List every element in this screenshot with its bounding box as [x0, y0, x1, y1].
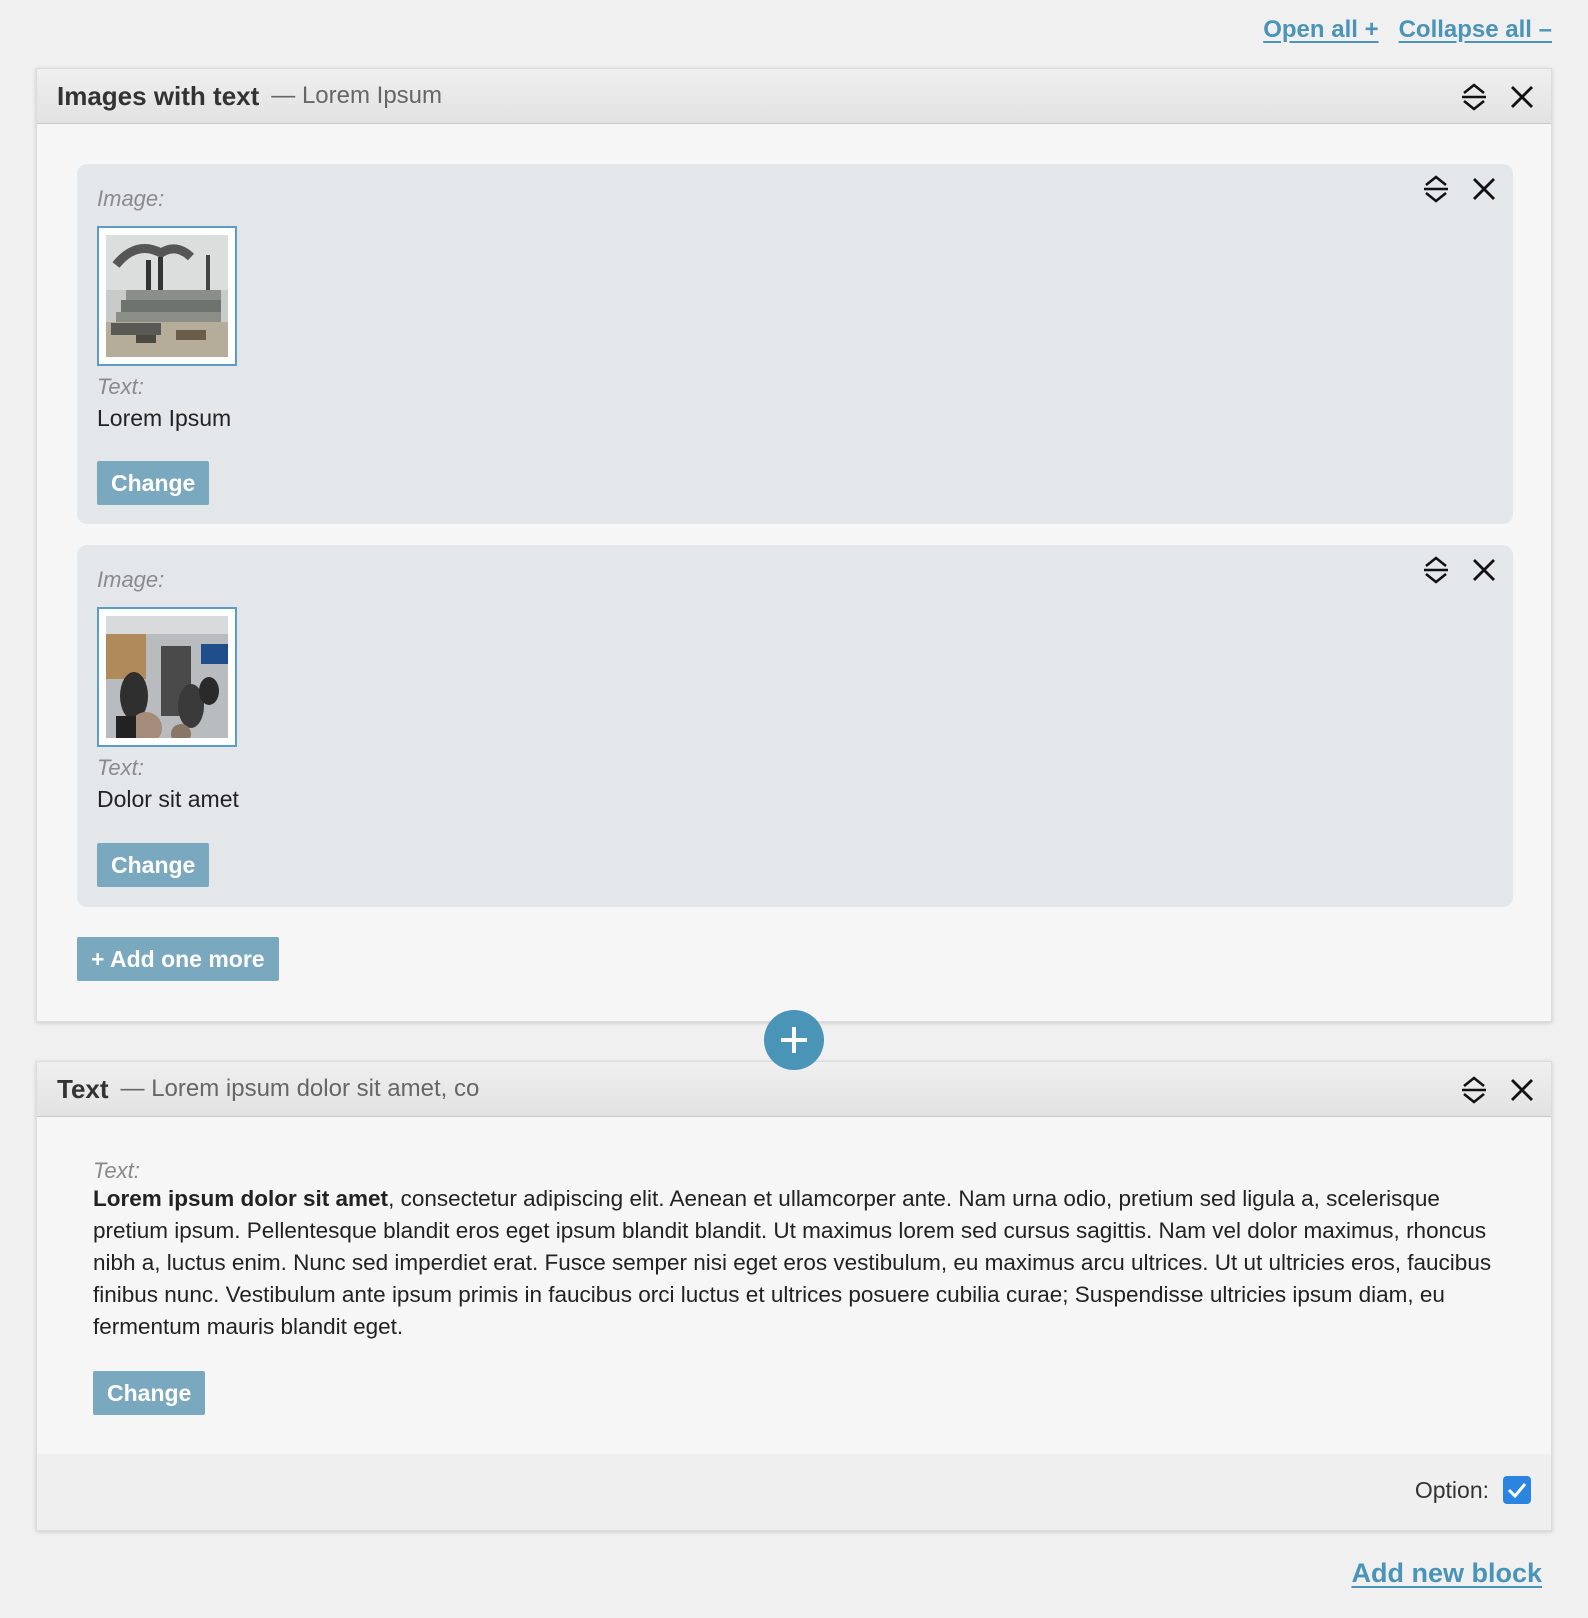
add-new-block-link[interactable]: Add new block — [1351, 1558, 1542, 1589]
insert-block-button[interactable] — [764, 1010, 824, 1070]
option-label: Option: — [1414, 1476, 1489, 1503]
image-label: Image: — [97, 186, 165, 211]
block-footer: Option: — [37, 1454, 1551, 1530]
block-title: Images with text — [57, 80, 260, 111]
change-button[interactable]: Change — [93, 1371, 206, 1415]
block-title: Text — [57, 1073, 109, 1104]
image-thumbnail[interactable] — [97, 607, 237, 747]
collapse-arrows-icon[interactable] — [1421, 555, 1451, 585]
block-header: Text — Lorem ipsum dolor sit amet, co — [37, 1062, 1551, 1117]
image-label: Image: — [97, 567, 165, 592]
meeting-photo — [106, 616, 228, 738]
text-content: Lorem ipsum dolor sit amet, consectetur … — [93, 1183, 1493, 1343]
text-label: Text: — [97, 374, 144, 399]
plus-icon — [781, 1027, 807, 1053]
item-actions — [1421, 555, 1499, 585]
image-text-item: Image: Text: Dolor sit amet Change — [77, 545, 1513, 907]
text-label: Text: — [97, 755, 144, 780]
block-actions — [1459, 69, 1537, 124]
close-icon[interactable] — [1469, 174, 1499, 204]
collapse-arrows-icon[interactable] — [1459, 1075, 1489, 1105]
text-label: Text: — [93, 1158, 140, 1183]
add-one-more-button[interactable]: + Add one more — [77, 937, 279, 981]
close-icon[interactable] — [1469, 555, 1499, 585]
close-icon[interactable] — [1507, 1075, 1537, 1105]
collapse-all-link[interactable]: Collapse all – — [1399, 16, 1552, 44]
images-with-text-block: Images with text — Lorem Ipsum Image: Te… — [36, 68, 1552, 1022]
change-button[interactable]: Change — [97, 461, 210, 505]
block-actions — [1459, 1062, 1537, 1117]
image-text-item: Image: Text: Lorem Ipsum Change — [77, 164, 1513, 524]
text-block: Text — Lorem ipsum dolor sit amet, co Te… — [36, 1061, 1552, 1531]
collapse-arrows-icon[interactable] — [1421, 174, 1451, 204]
change-button[interactable]: Change — [97, 843, 210, 887]
block-subtitle: — Lorem ipsum dolor sit amet, co — [120, 1075, 480, 1102]
image-thumbnail[interactable] — [97, 226, 237, 366]
open-all-link[interactable]: Open all + — [1263, 16, 1378, 44]
option-control: Option: — [1415, 1476, 1531, 1504]
block-subtitle: — Lorem Ipsum — [271, 82, 442, 109]
collapse-arrows-icon[interactable] — [1459, 82, 1489, 112]
item-actions — [1421, 174, 1499, 204]
option-checkbox[interactable] — [1503, 1476, 1531, 1504]
checkmark-icon — [1507, 1483, 1527, 1498]
text-value: Lorem Ipsum — [97, 405, 232, 431]
close-icon[interactable] — [1507, 82, 1537, 112]
text-bold-lead: Lorem ipsum dolor sit amet — [93, 1186, 389, 1211]
text-value: Dolor sit amet — [97, 786, 239, 812]
top-links: Open all + Collapse all – — [1263, 16, 1552, 44]
block-header: Images with text — Lorem Ipsum — [37, 69, 1551, 124]
steamboat-photo — [106, 235, 228, 357]
